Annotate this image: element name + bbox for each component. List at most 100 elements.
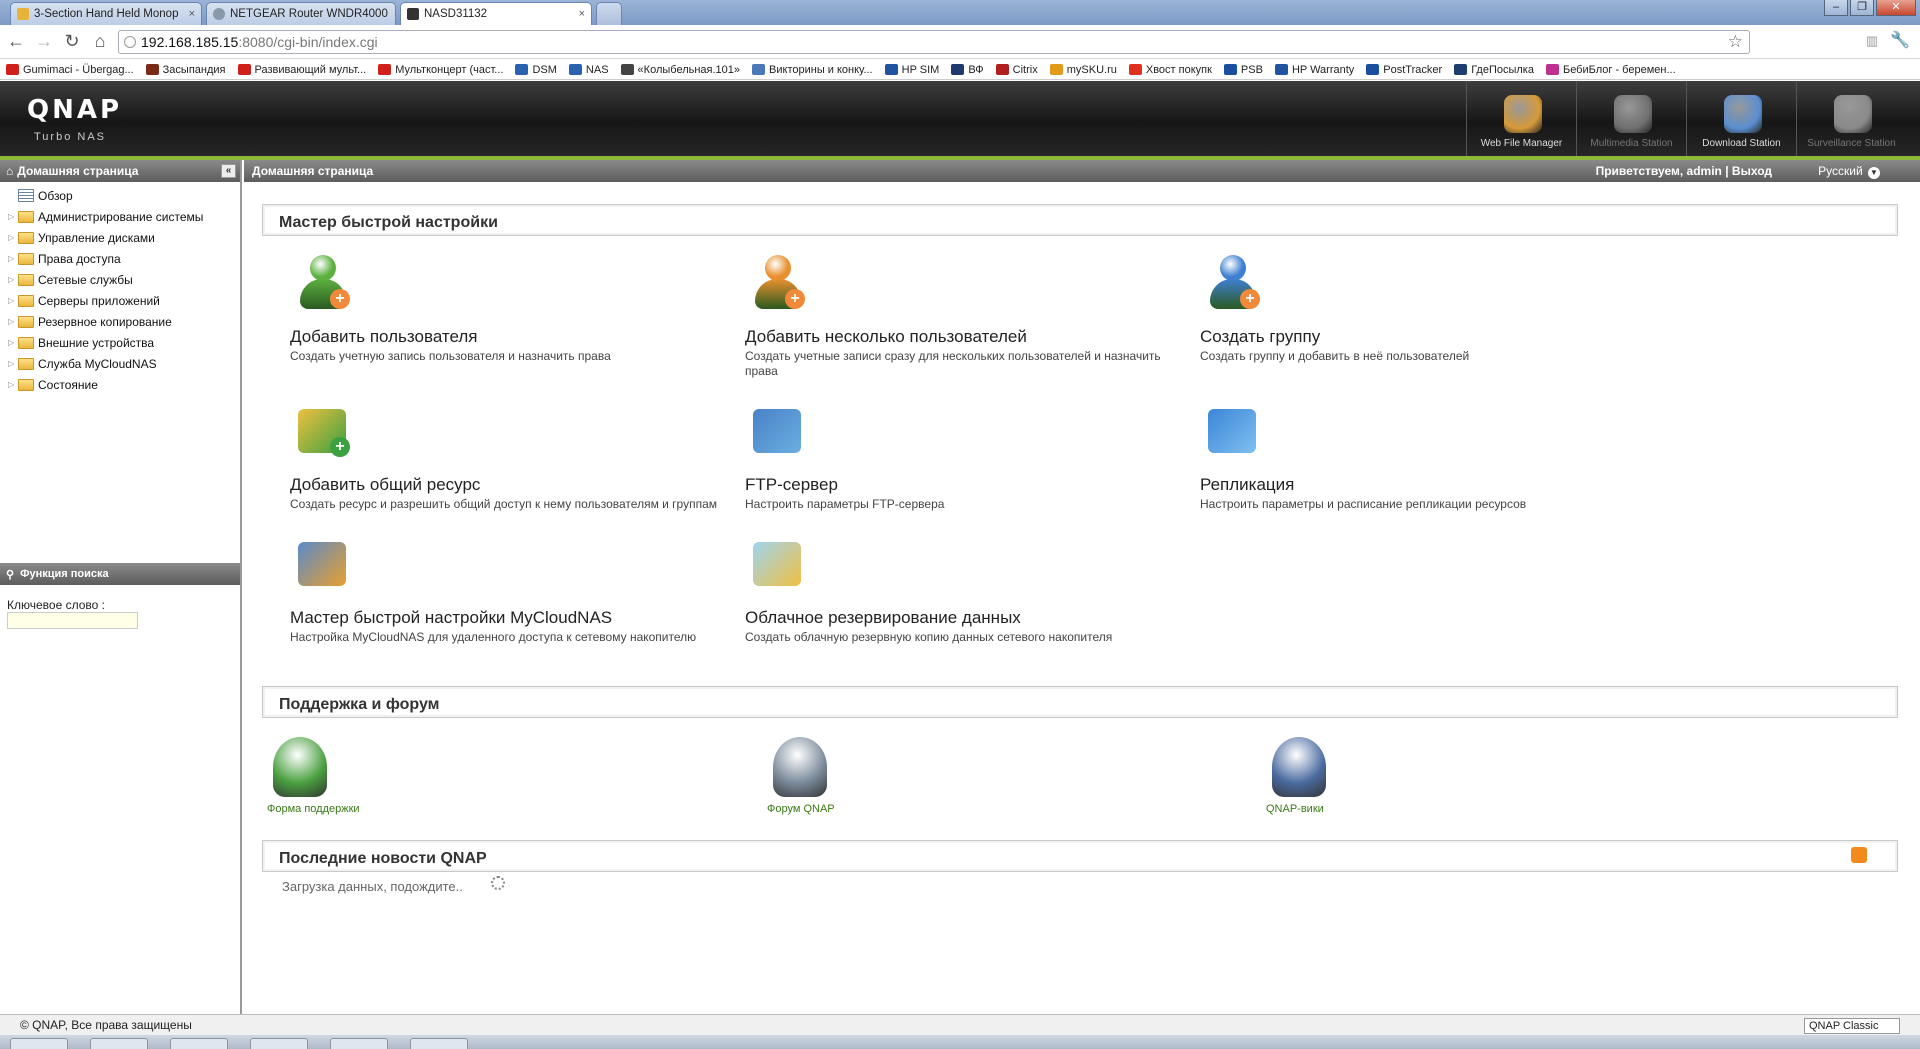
wizard-add-multiple-users[interactable]: + Добавить несколько пользователей Создать…: [745, 253, 1185, 383]
bookmark-item[interactable]: Хвост покупк: [1128, 64, 1212, 76]
bookmark-item[interactable]: Викторины и конку...: [752, 64, 873, 76]
wizard-title[interactable]: Добавить пользователя: [290, 327, 478, 347]
bookmark-item[interactable]: HP Warranty: [1274, 64, 1354, 76]
sidebar-item[interactable]: Обзор: [0, 185, 240, 206]
tab-close-button[interactable]: ×: [573, 8, 585, 20]
tab-close-button[interactable]: ×: [183, 8, 195, 20]
welcome-logout-link[interactable]: Приветствуем, admin | Выход: [1596, 164, 1772, 178]
back-arrow-icon[interactable]: ←: [6, 31, 26, 51]
bookmark-item[interactable]: Развивающий мульт...: [237, 64, 366, 76]
bookmark-item[interactable]: БебиБлог - беремен...: [1545, 64, 1676, 76]
taskbar-button[interactable]: [330, 1038, 388, 1049]
wizard-create-group[interactable]: + Создать группу Создать группу и добавить…: [1200, 253, 1640, 383]
news-section-title: Последние новости QNAP: [279, 850, 487, 867]
minimize-button[interactable]: –: [1824, 0, 1848, 16]
wizard-mycloudnas-wizard[interactable]: Мастер быстрой настройки MyCloudNAS Настр…: [290, 534, 730, 664]
bookmark-item[interactable]: ВФ: [951, 64, 984, 76]
taskbar-button[interactable]: [250, 1038, 308, 1049]
bookmark-item[interactable]: NAS: [568, 64, 609, 76]
folder-icon: [18, 252, 34, 265]
station-multimedia-station[interactable]: Multimedia Station: [1576, 81, 1686, 156]
bookmark-item[interactable]: Мультконцерт (част...: [378, 64, 503, 76]
wizard-add-share[interactable]: + Добавить общий ресурс Создать ресурс и р…: [290, 401, 730, 531]
theme-select[interactable]: QNAP Classic: [1804, 1018, 1900, 1034]
qnap-wiki-link[interactable]: QNAP-вики: [1266, 737, 1406, 819]
bookmark-item[interactable]: Gumimaci - Übergag...: [6, 64, 134, 76]
bookmark-item[interactable]: mySKU.ru: [1049, 64, 1117, 76]
wizard-title[interactable]: Облачное резервирование данных: [745, 608, 1021, 628]
new-tab-button[interactable]: [596, 2, 622, 25]
keyword-input[interactable]: [7, 612, 138, 629]
taskbar-button[interactable]: [170, 1038, 228, 1049]
tab-title: 3-Section Hand Held Monop: [34, 8, 179, 20]
forward-arrow-icon[interactable]: →: [34, 31, 54, 51]
wizard-replication[interactable]: Репликация Настроить параметры и расписан…: [1200, 401, 1640, 531]
sidebar-item[interactable]: ▷ Серверы приложений: [0, 290, 240, 311]
taskbar-button[interactable]: [90, 1038, 148, 1049]
page-action-icon[interactable]: ▥: [1862, 31, 1882, 51]
qnap-forum-link[interactable]: Форум QNAP: [767, 737, 907, 819]
wizard-title[interactable]: Мастер быстрой настройки MyCloudNAS: [290, 608, 612, 628]
wizard-add-user[interactable]: + Добавить пользователя Создать учетную за…: [290, 253, 730, 383]
bookmark-item[interactable]: ГдеПосылка: [1454, 64, 1534, 76]
close-window-button[interactable]: ✕: [1876, 0, 1916, 16]
reload-icon[interactable]: ↻: [62, 31, 82, 51]
bookmark-star-icon[interactable]: ☆: [1728, 32, 1743, 52]
station-web-file-manager[interactable]: Web File Manager: [1466, 81, 1576, 156]
wizard-cloud-backup[interactable]: Облачное резервирование данных Создать об…: [745, 534, 1185, 664]
address-bar[interactable]: 192.168.185.15:8080/cgi-bin/index.cgi ☆: [118, 30, 1750, 54]
station-surveillance-station[interactable]: Surveillance Station: [1796, 81, 1906, 156]
expand-arrow-icon[interactable]: ▷: [8, 254, 16, 263]
taskbar-button[interactable]: [410, 1038, 468, 1049]
browser-tab[interactable]: NETGEAR Router WNDR4000 ×: [206, 2, 396, 25]
support-label[interactable]: Форма поддержки: [267, 803, 360, 815]
bookmark-item[interactable]: PSB: [1223, 64, 1263, 76]
sidebar-item-label: Права доступа: [38, 251, 121, 266]
rss-icon[interactable]: [1851, 847, 1867, 863]
sidebar-item[interactable]: ▷ Состояние: [0, 374, 240, 395]
home-icon[interactable]: ⌂: [90, 31, 110, 51]
expand-arrow-icon[interactable]: ▷: [8, 380, 16, 389]
tab-close-button[interactable]: ×: [388, 8, 395, 20]
sidebar-item[interactable]: ▷ Администрирование системы: [0, 206, 240, 227]
wizard-title[interactable]: Добавить общий ресурс: [290, 475, 480, 495]
taskbar-button[interactable]: [10, 1038, 68, 1049]
maximize-button[interactable]: ❐: [1850, 0, 1874, 16]
bookmark-item[interactable]: Citrix: [995, 64, 1038, 76]
wizard-title[interactable]: Создать группу: [1200, 327, 1320, 347]
sidebar-item[interactable]: ▷ Права доступа: [0, 248, 240, 269]
support-label[interactable]: Форум QNAP: [767, 803, 835, 815]
station-label: Surveillance Station: [1807, 138, 1896, 149]
wrench-icon[interactable]: 🔧: [1890, 31, 1910, 51]
bookmark-item[interactable]: «Колыбельная.101»: [620, 64, 740, 76]
expand-arrow-icon[interactable]: ▷: [8, 296, 16, 305]
mycloudnas-wizard-icon: [294, 534, 352, 592]
wizard-title[interactable]: Репликация: [1200, 475, 1294, 495]
expand-arrow-icon[interactable]: ▷: [8, 275, 16, 284]
bookmark-item[interactable]: DSM: [515, 64, 557, 76]
sidebar-item[interactable]: ▷ Управление дисками: [0, 227, 240, 248]
browser-tab-active[interactable]: NASD31132 ×: [400, 2, 592, 25]
bookmark-item[interactable]: PostTracker: [1366, 64, 1442, 76]
expand-arrow-icon[interactable]: ▷: [8, 338, 16, 347]
wizard-title[interactable]: Добавить несколько пользователей: [745, 327, 1027, 347]
sidebar-item[interactable]: ▷ Внешние устройства: [0, 332, 240, 353]
language-select[interactable]: Русский ▼: [1818, 164, 1880, 179]
wizard-ftp-server[interactable]: FTP-сервер Настроить параметры FTP-сервер…: [745, 401, 1185, 531]
support-form-link[interactable]: Форма поддержки: [267, 737, 407, 819]
sidebar-item[interactable]: ▷ Резервное копирование: [0, 311, 240, 332]
bookmark-item[interactable]: Засыпандия: [145, 64, 226, 76]
expand-arrow-icon[interactable]: ▷: [8, 359, 16, 368]
sidebar-item[interactable]: ▷ Служба MyCloudNAS: [0, 353, 240, 374]
support-label[interactable]: QNAP-вики: [1266, 803, 1324, 815]
collapse-sidebar-button[interactable]: «: [221, 164, 236, 178]
sidebar-item[interactable]: ▷ Сетевые службы: [0, 269, 240, 290]
expand-arrow-icon[interactable]: ▷: [8, 233, 16, 242]
expand-arrow-icon[interactable]: ▷: [8, 212, 16, 221]
wizard-title[interactable]: FTP-сервер: [745, 475, 838, 495]
station-download-station[interactable]: Download Station: [1686, 81, 1796, 156]
browser-tab[interactable]: 3-Section Hand Held Monop ×: [10, 2, 202, 25]
bookmark-item[interactable]: HP SIM: [884, 64, 939, 76]
bookmark-favicon-icon: [752, 64, 766, 75]
expand-arrow-icon[interactable]: ▷: [8, 317, 16, 326]
